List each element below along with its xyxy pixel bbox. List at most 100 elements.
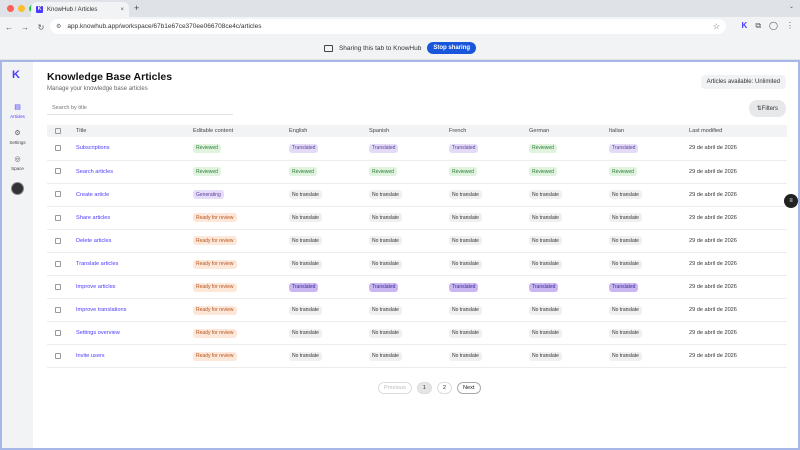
article-title-link[interactable]: Translate articles [76, 261, 118, 267]
close-window-button[interactable] [7, 5, 14, 12]
last-modified-date: 29 de abril de 2026 [689, 214, 737, 221]
table-row[interactable]: Share articles Ready for review No transla… [47, 206, 787, 230]
translation-status-badge-en: No translate [289, 328, 322, 338]
menu-kebab-icon[interactable]: ⋮ [786, 21, 794, 31]
translation-status-badge-es: No translate [369, 213, 402, 223]
extensions-puzzle-icon[interactable]: ⧉ [755, 21, 761, 31]
gear-icon: ⚙ [14, 130, 21, 137]
row-checkbox[interactable] [55, 214, 61, 221]
minimize-window-button[interactable] [18, 5, 25, 12]
page-title: Knowledge Base Articles [47, 71, 173, 83]
translation-status-badge-es: No translate [369, 328, 402, 338]
translation-status-badge-fr: No translate [449, 351, 482, 361]
translation-status-badge-fr: No translate [449, 259, 482, 269]
column-header-italian[interactable]: Italian [609, 125, 689, 137]
back-arrow-icon[interactable]: ← [2, 23, 16, 32]
user-avatar[interactable] [11, 182, 24, 195]
bookmark-star-icon[interactable]: ☆ [713, 22, 720, 31]
row-checkbox[interactable] [55, 237, 61, 244]
browser-tab[interactable]: K KnowHub / Articles × [31, 2, 129, 17]
knowhub-extension-icon[interactable]: K [742, 21, 748, 31]
translation-status-badge-es: No translate [369, 190, 402, 200]
table-row[interactable]: Delete articles Ready for review No transl… [47, 229, 787, 253]
translation-status-badge-de: No translate [529, 213, 562, 223]
table-row[interactable]: Settings overview Ready for review No tran… [47, 321, 787, 346]
editable-status-badge: Ready for review [193, 328, 237, 338]
tab-close-icon[interactable]: × [120, 7, 124, 13]
row-checkbox[interactable] [55, 353, 61, 360]
editable-status-badge: Ready for review [193, 351, 237, 361]
sidebar-item-label: Settings [9, 140, 26, 145]
new-tab-button[interactable]: + [134, 3, 139, 13]
row-checkbox[interactable] [55, 145, 61, 152]
page-1-button[interactable]: 1 [416, 382, 432, 394]
translation-status-badge-en: Translated [289, 282, 319, 292]
chat-widget-icon[interactable]: ≡ [784, 194, 798, 208]
editable-status-badge: Ready for review [193, 282, 237, 292]
article-title-link[interactable]: Search articles [76, 169, 113, 175]
article-title-link[interactable]: Subscriptions [76, 145, 110, 151]
translation-status-badge-it: Reviewed [609, 167, 637, 177]
table-row[interactable]: Search articles Reviewed Reviewed Reviewed R… [47, 160, 787, 184]
table-row[interactable]: Subscriptions Reviewed Translated Translate… [47, 137, 787, 161]
row-checkbox[interactable] [55, 168, 61, 175]
page-2-button[interactable]: 2 [436, 382, 453, 394]
address-bar[interactable]: ⚙ app.knowhub.app/workspace/67b1e67ce370… [50, 19, 726, 34]
translation-status-badge-en: No translate [289, 259, 322, 269]
article-title-link[interactable]: Share articles [76, 215, 110, 221]
table-row[interactable]: Invite users Ready for review No translate… [47, 344, 787, 369]
translation-status-badge-en: Translated [289, 143, 319, 153]
compass-icon: ◎ [14, 156, 21, 163]
article-title-link[interactable]: Invite users [76, 353, 105, 359]
editable-status-badge: Ready for review [193, 236, 237, 246]
column-header-editable[interactable]: Editable content [193, 125, 289, 137]
article-title-link[interactable]: Improve articles [76, 284, 115, 290]
filters-button[interactable]: ⇅Filters [748, 100, 786, 117]
translation-status-badge-es: No translate [369, 351, 402, 361]
translation-status-badge-it: No translate [609, 236, 642, 246]
translation-status-badge-de: Reviewed [529, 167, 557, 177]
article-title-link[interactable]: Settings overview [76, 330, 120, 336]
article-title-link[interactable]: Create article [76, 192, 109, 198]
previous-page-button[interactable]: Previous [378, 382, 412, 394]
table-row[interactable]: Create article Generating No translate No t… [47, 183, 787, 207]
search-input[interactable]: Search by title [47, 102, 233, 115]
profile-icon[interactable]: ◯ [769, 21, 778, 31]
table-row[interactable]: Improve translations Ready for review No t… [47, 298, 787, 323]
row-checkbox[interactable] [55, 260, 61, 267]
reload-icon[interactable]: ↻ [34, 23, 48, 32]
column-header-last-modified[interactable]: Last modified [689, 125, 787, 137]
row-checkbox[interactable] [55, 330, 61, 337]
knowhub-logo-icon[interactable]: K [12, 70, 23, 81]
stop-sharing-button[interactable]: Stop sharing [427, 42, 477, 54]
translation-status-badge-es: No translate [369, 259, 402, 269]
tab-search-chevron-icon[interactable]: ⌄ [789, 3, 794, 10]
column-header-english[interactable]: English [289, 125, 369, 137]
translation-status-badge-fr: Translated [449, 282, 479, 292]
row-checkbox[interactable] [55, 306, 61, 313]
table-row[interactable]: Improve articles Ready for review Translat… [47, 275, 787, 300]
site-info-icon[interactable]: ⚙ [56, 23, 61, 30]
sidebar-item-articles[interactable]: ▤ Articles [2, 104, 33, 119]
select-all-checkbox[interactable] [55, 127, 61, 134]
table-row[interactable]: Translate articles Ready for review No tra… [47, 252, 787, 277]
sidebar-item-space[interactable]: ◎ Space [2, 156, 33, 171]
column-header-german[interactable]: German [529, 125, 609, 137]
row-checkbox[interactable] [55, 283, 61, 290]
translation-status-badge-fr: No translate [449, 305, 482, 315]
articles-table: Title Editable content English Spanish F… [47, 125, 787, 369]
column-header-spanish[interactable]: Spanish [369, 125, 449, 137]
screen-share-icon [323, 44, 333, 52]
forward-arrow-icon[interactable]: → [18, 23, 32, 32]
translation-status-badge-it: No translate [609, 259, 642, 269]
sidebar-item-settings[interactable]: ⚙ Settings [2, 130, 33, 145]
translation-status-badge-de: No translate [529, 236, 562, 246]
column-header-title[interactable]: Title [76, 125, 193, 137]
row-checkbox[interactable] [55, 191, 61, 198]
translation-status-badge-it: No translate [609, 328, 642, 338]
translation-status-badge-de: Translated [529, 282, 559, 292]
article-title-link[interactable]: Improve translations [76, 307, 126, 313]
next-page-button[interactable]: Next [457, 382, 481, 394]
column-header-french[interactable]: French [449, 125, 529, 137]
article-title-link[interactable]: Delete articles [76, 238, 111, 244]
